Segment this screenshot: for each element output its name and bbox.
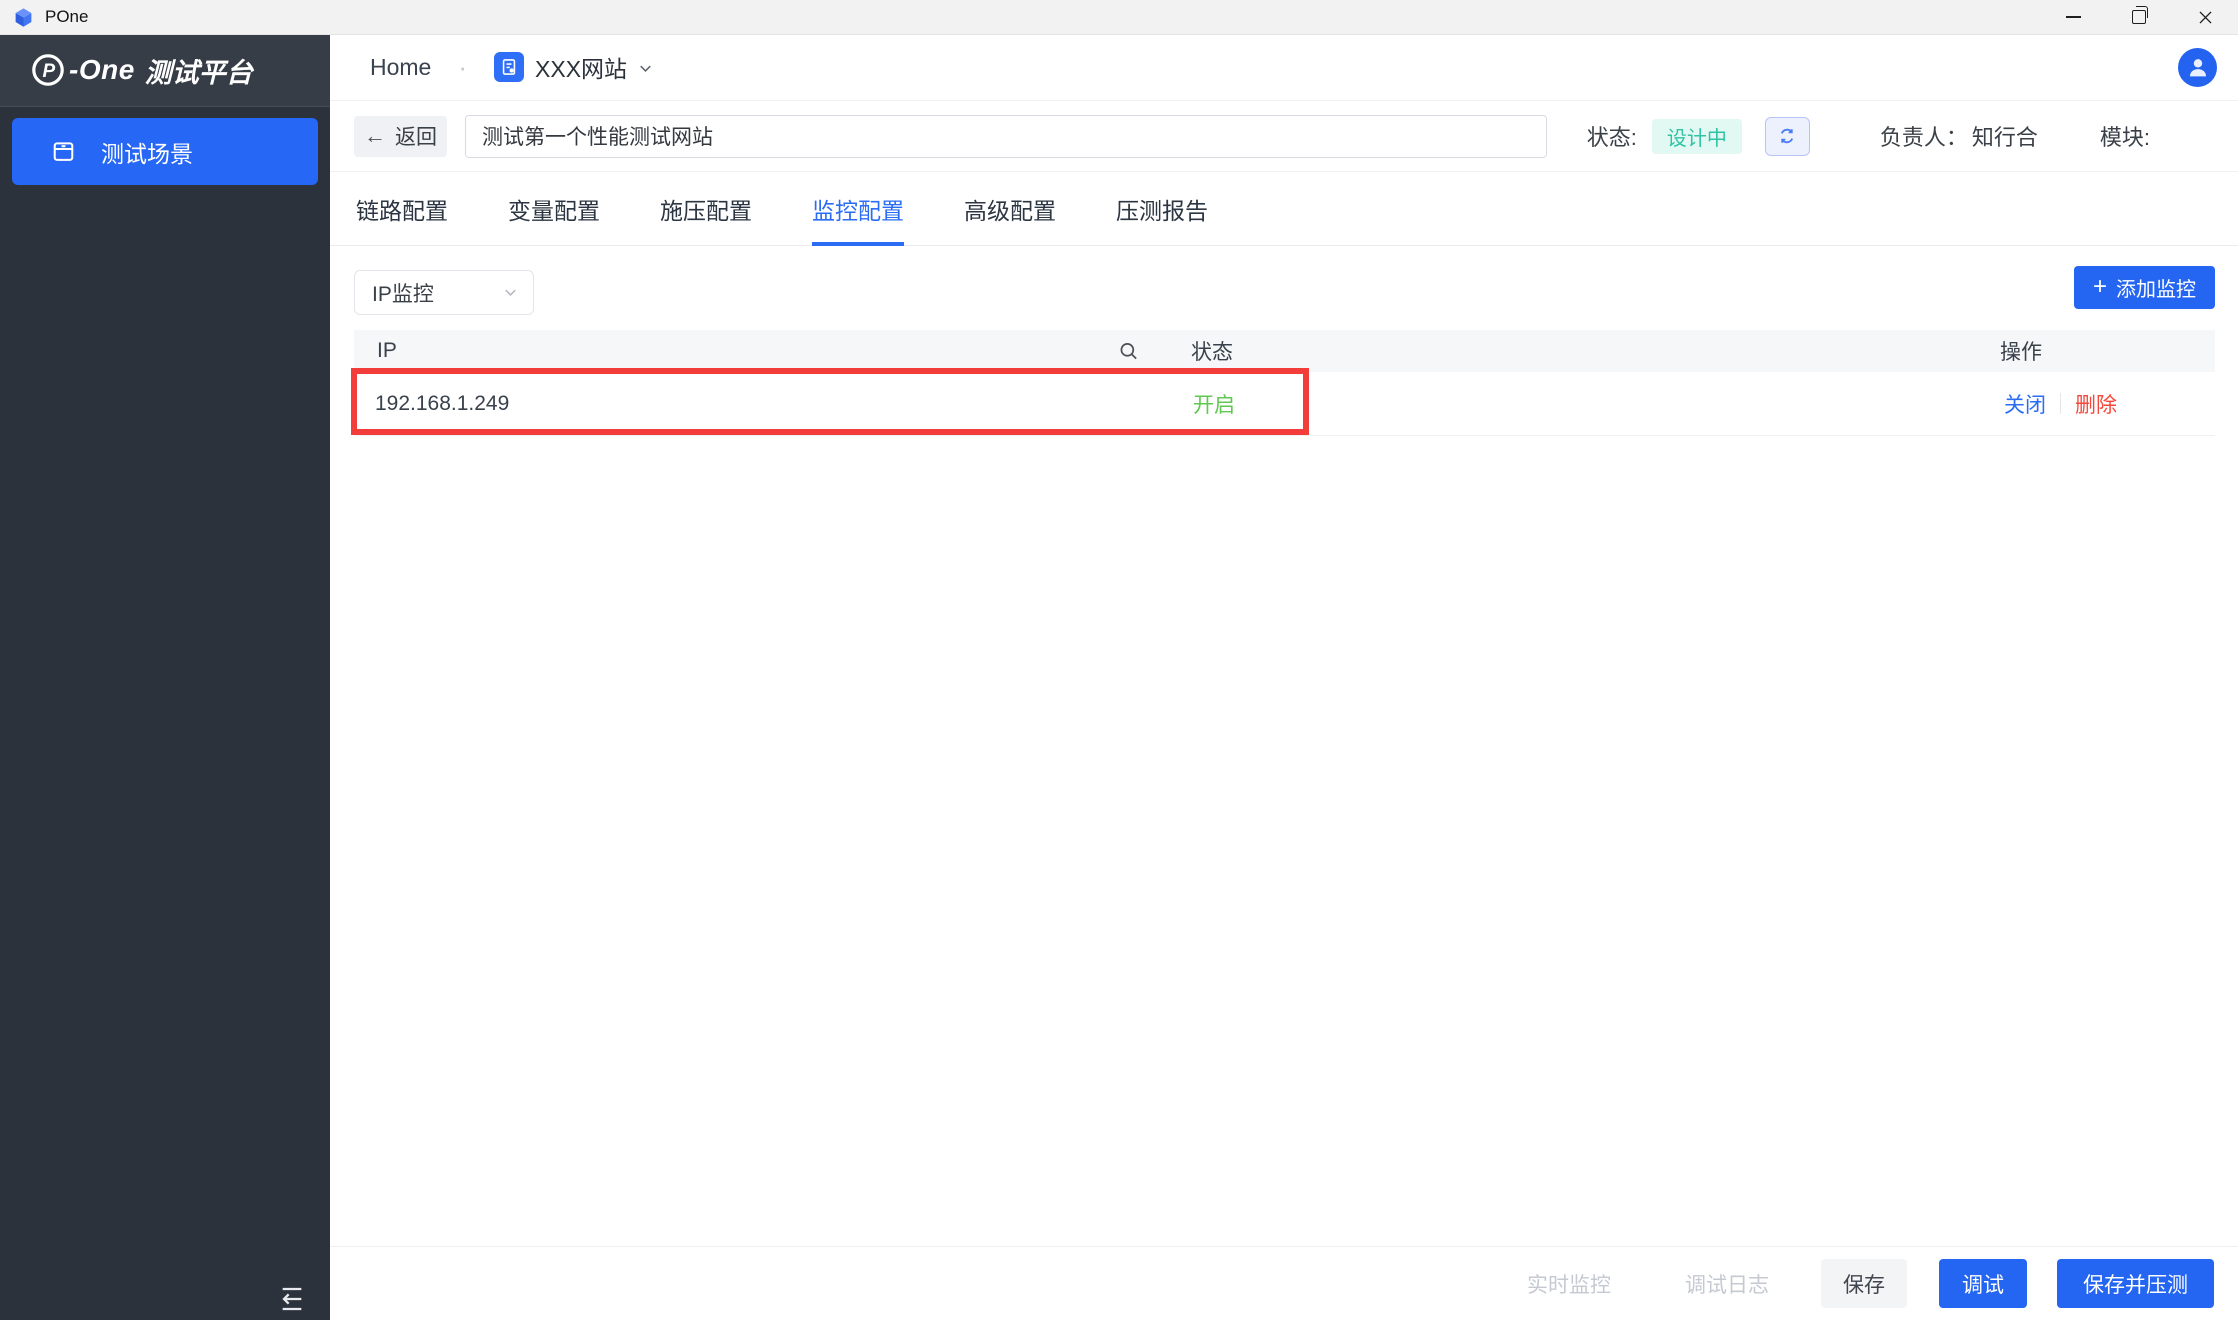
- status-label: 状态:: [1587, 120, 1637, 152]
- debug-button[interactable]: 调试: [1939, 1259, 2027, 1308]
- tab-advanced-config[interactable]: 高级配置: [964, 172, 1056, 245]
- svg-text:P: P: [43, 61, 56, 82]
- plus-icon: +: [2093, 275, 2107, 299]
- owner-field: 负责人： 知行合: [1880, 120, 2038, 152]
- restore-button[interactable]: [2106, 0, 2172, 34]
- breadcrumb-home-link[interactable]: Home: [370, 54, 431, 81]
- minimize-button[interactable]: [2040, 0, 2106, 34]
- back-button-label: 返回: [395, 121, 437, 151]
- scene-toolbar: ← 返回 状态: 设计中 负责人： 知行合 模块:: [330, 101, 2238, 172]
- tab-link-config[interactable]: 链路配置: [356, 172, 448, 245]
- save-button[interactable]: 保存: [1821, 1259, 1907, 1308]
- status-badge: 设计中: [1652, 119, 1742, 154]
- chevron-down-icon: [501, 283, 520, 302]
- module-label: 模块:: [2100, 120, 2150, 152]
- realtime-monitor-link[interactable]: 实时监控: [1527, 1269, 1611, 1299]
- cell-actions: 关闭 删除: [2004, 389, 2117, 419]
- monitor-type-value: IP监控: [372, 278, 434, 308]
- collapse-sidebar-icon[interactable]: [276, 1283, 308, 1315]
- owner-value: 知行合: [1972, 120, 2038, 152]
- monitor-table: IP 状态 操作 192.168.1.249 开启 关闭 删除: [354, 330, 2215, 436]
- toolbar-right-fields: 状态: 设计中 负责人： 知行合 模块:: [1587, 117, 2150, 156]
- cell-status-value: 开启: [1193, 389, 1235, 419]
- owner-label: 负责人：: [1880, 120, 1968, 152]
- add-monitor-button[interactable]: + 添加监控: [2074, 266, 2215, 309]
- close-icon: [2196, 8, 2215, 27]
- tab-test-report[interactable]: 压测报告: [1116, 172, 1208, 245]
- os-titlebar: POne: [0, 0, 2238, 35]
- sidebar-logo-area: P -One 测试平台: [0, 34, 330, 107]
- refresh-icon: [1776, 125, 1798, 147]
- bottom-action-bar: 实时监控 调试日志 保存 调试 保存并压测: [330, 1246, 2238, 1320]
- main-area: Home · XXX网站 ← 返回 状态:: [330, 34, 2238, 1320]
- column-header-status: 状态: [1191, 336, 1233, 366]
- table-row: 192.168.1.249 开启 关闭 删除: [354, 372, 2215, 436]
- column-header-action: 操作: [2000, 336, 2042, 366]
- back-button[interactable]: ← 返回: [354, 116, 447, 157]
- tab-variable-config[interactable]: 变量配置: [508, 172, 600, 245]
- refresh-status-button[interactable]: [1765, 117, 1810, 156]
- back-arrow-icon: ←: [364, 123, 386, 149]
- breadcrumb: Home · XXX网站: [330, 34, 2238, 101]
- tab-pressure-config[interactable]: 施压配置: [660, 172, 752, 245]
- breadcrumb-project-name[interactable]: XXX网站: [535, 50, 627, 84]
- close-button[interactable]: [2172, 0, 2238, 34]
- tab-monitor-config[interactable]: 监控配置: [812, 172, 904, 245]
- monitor-filter-row: IP监控 + 添加监控: [330, 246, 2238, 315]
- brand-logo: P -One 测试平台: [30, 51, 253, 90]
- scene-name-input[interactable]: [465, 115, 1547, 158]
- sidebar: P -One 测试平台 测试场景: [0, 34, 330, 1320]
- project-document-icon: [494, 52, 524, 82]
- action-divider: [2060, 393, 2061, 414]
- brand-product-name: 测试平台: [145, 51, 253, 90]
- table-header: IP 状态 操作: [354, 330, 2215, 372]
- scene-box-icon: [50, 138, 77, 165]
- app-title: POne: [45, 7, 88, 27]
- debug-log-link[interactable]: 调试日志: [1685, 1269, 1769, 1299]
- app-cube-icon: [13, 7, 34, 28]
- breadcrumb-separator: ·: [458, 54, 467, 80]
- search-icon[interactable]: [1117, 340, 1140, 363]
- monitor-type-select[interactable]: IP监控: [354, 270, 534, 315]
- delete-monitor-link[interactable]: 删除: [2075, 389, 2117, 419]
- save-and-run-button[interactable]: 保存并压测: [2057, 1259, 2214, 1308]
- chevron-down-icon[interactable]: [636, 59, 655, 78]
- config-tabs: 链路配置 变量配置 施压配置 监控配置 高级配置 压测报告: [330, 172, 2238, 246]
- window-controls: [2040, 0, 2238, 34]
- sidebar-item-label: 测试场景: [101, 135, 193, 169]
- sidebar-item-test-scene[interactable]: 测试场景: [12, 118, 318, 185]
- brand-p-circle-icon: P: [30, 52, 66, 88]
- column-header-ip: IP: [377, 339, 397, 363]
- add-monitor-label: 添加监控: [2116, 273, 2196, 302]
- close-monitor-link[interactable]: 关闭: [2004, 389, 2046, 419]
- avatar-user-icon: [2185, 54, 2211, 80]
- minimize-icon: [2066, 16, 2081, 18]
- brand-name: -One: [69, 54, 135, 86]
- avatar[interactable]: [2178, 48, 2217, 87]
- cell-ip-value: 192.168.1.249: [375, 392, 509, 416]
- monitor-panel: IP监控 + 添加监控 IP 状态 操作: [330, 246, 2238, 436]
- module-field: 模块:: [2100, 120, 2150, 152]
- restore-icon: [2132, 10, 2146, 24]
